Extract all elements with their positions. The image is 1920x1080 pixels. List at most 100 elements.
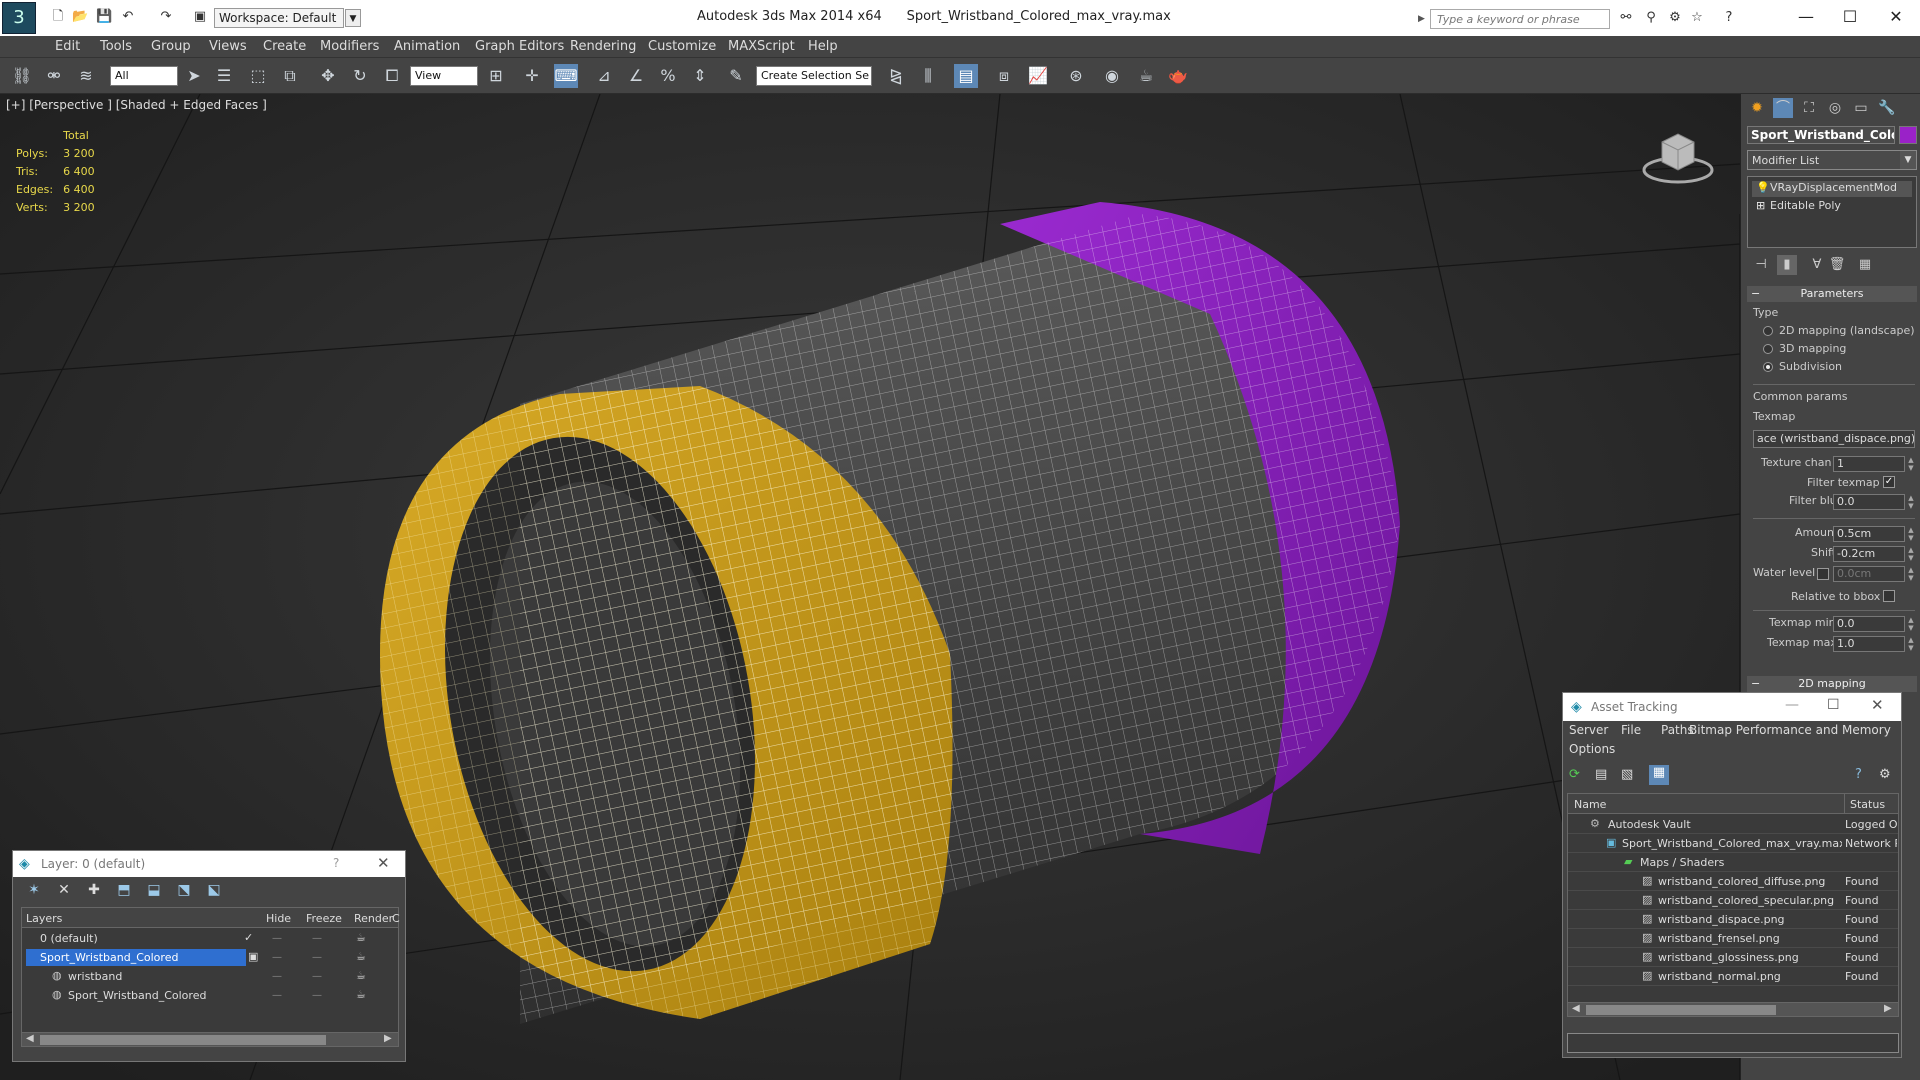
freeze-toggle[interactable]: — bbox=[312, 990, 322, 1001]
menu-maxscript[interactable]: MAXScript bbox=[728, 39, 795, 54]
menu-rendering[interactable]: Rendering bbox=[570, 39, 636, 54]
relative-bbox-checkbox[interactable] bbox=[1883, 590, 1895, 602]
layer-properties-icon[interactable]: ▣ bbox=[248, 950, 258, 963]
highlight-selected-layer-icon[interactable]: ⬓ bbox=[143, 879, 165, 901]
move-icon[interactable]: ✥ bbox=[316, 64, 340, 88]
snaps-toggle-icon[interactable]: ⊿ bbox=[592, 64, 616, 88]
menu-views[interactable]: Views bbox=[209, 39, 247, 54]
bind-spacewarp-icon[interactable]: ≋ bbox=[74, 64, 98, 88]
layer-dialog-titlebar[interactable]: ◈ Layer: 0 (default) ? ✕ bbox=[13, 851, 405, 877]
hide-toggle[interactable]: — bbox=[272, 990, 282, 1001]
scale-icon[interactable]: ⧠ bbox=[380, 64, 404, 88]
select-objects-in-layer-icon[interactable]: ⬒ bbox=[113, 879, 135, 901]
horizontal-scrollbar[interactable]: ◀ ▶ bbox=[22, 1032, 398, 1046]
texmap-button[interactable]: ace (wristband_dispace.png) bbox=[1753, 430, 1915, 448]
asset-row[interactable]: ▣ Sport_Wristband_Colored_max_vray.max N… bbox=[1568, 834, 1898, 853]
menu-animation[interactable]: Animation bbox=[394, 39, 460, 54]
close-button[interactable]: ✕ bbox=[1876, 4, 1916, 30]
chevron-down-icon[interactable]: ▼ bbox=[345, 9, 361, 27]
column-header[interactable]: Hide bbox=[266, 912, 291, 925]
hide-toggle[interactable]: — bbox=[272, 952, 282, 963]
scroll-left-icon[interactable]: ◀ bbox=[1572, 1003, 1580, 1014]
asset-row[interactable]: ▨ wristband_dispace.png Found bbox=[1568, 910, 1898, 929]
scene-explorer-icon[interactable]: ▤ bbox=[954, 64, 978, 88]
help-button[interactable]: ? bbox=[333, 856, 339, 870]
texmap-max-spinner[interactable]: ▲ ▼ bbox=[1907, 636, 1915, 652]
new-file-icon[interactable]: 🗋 bbox=[50, 9, 66, 25]
rectangular-selection-icon[interactable]: ⬚ bbox=[246, 64, 270, 88]
menu-create[interactable]: Create bbox=[263, 39, 306, 54]
search-expand-icon[interactable]: ▶ bbox=[1418, 9, 1428, 29]
asset-row[interactable]: ▰ Maps / Shaders bbox=[1568, 853, 1898, 872]
radio-3d-mapping[interactable] bbox=[1763, 344, 1773, 354]
asset-row[interactable]: ▨ wristband_frensel.png Found bbox=[1568, 929, 1898, 948]
column-header[interactable]: C bbox=[392, 912, 400, 925]
communication-icon[interactable]: ⚙ bbox=[1666, 9, 1684, 27]
spinner-snap-icon[interactable]: ⇕ bbox=[688, 64, 712, 88]
menu-options[interactable]: Options bbox=[1569, 742, 1615, 756]
column-header[interactable]: Name bbox=[1574, 798, 1606, 811]
layer-row[interactable]: ◍ wristband — — ☕ bbox=[22, 967, 398, 986]
water-level-input[interactable]: 0.0cm bbox=[1833, 566, 1905, 582]
asset-row[interactable]: ▨ wristband_normal.png Found bbox=[1568, 967, 1898, 986]
column-header[interactable]: Render bbox=[354, 912, 393, 925]
shift-spinner[interactable]: ▲ ▼ bbox=[1907, 546, 1915, 562]
layer-row[interactable]: ◍ Sport_Wristband_Colored — — ☕ bbox=[22, 986, 398, 1005]
asset-tracking-titlebar[interactable]: ◈ Asset Tracking — ☐ ✕ bbox=[1563, 693, 1901, 721]
add-to-layer-icon[interactable]: ✚ bbox=[83, 879, 105, 901]
texture-chan-input[interactable]: 1 bbox=[1833, 456, 1905, 472]
thumbnail-view-icon[interactable]: ▧ bbox=[1621, 767, 1639, 785]
render-teapot-icon[interactable]: ☕ bbox=[356, 988, 366, 1001]
water-level-checkbox[interactable] bbox=[1817, 568, 1829, 580]
viewcube-icon[interactable] bbox=[1640, 124, 1716, 186]
menu-edit[interactable]: Edit bbox=[55, 39, 80, 54]
align-icon[interactable]: ⫼ bbox=[916, 64, 940, 88]
menu-graph-editors[interactable]: Graph Editors bbox=[475, 39, 564, 54]
texmap-min-input[interactable]: 0.0 bbox=[1833, 616, 1905, 632]
layer-row[interactable]: 0 (default) ✓ — — ☕ bbox=[22, 929, 398, 948]
maximize-button[interactable]: ☐ bbox=[1830, 4, 1870, 30]
menu-modifiers[interactable]: Modifiers bbox=[320, 39, 379, 54]
object-name-field[interactable]: Sport_Wristband_Colored bbox=[1747, 126, 1895, 144]
expand-plus-icon[interactable]: ⊞ bbox=[1756, 199, 1765, 212]
render-production-icon[interactable]: 🫖 bbox=[1166, 64, 1190, 88]
hide-all-layers-icon[interactable]: ⬔ bbox=[173, 879, 195, 901]
amount-input[interactable]: 0.5cm bbox=[1833, 526, 1905, 542]
delete-layer-icon[interactable]: ✕ bbox=[53, 879, 75, 901]
selection-filter-dropdown[interactable]: All bbox=[110, 66, 178, 86]
filter-blur-spinner[interactable]: ▲ ▼ bbox=[1907, 494, 1915, 510]
render-teapot-icon[interactable]: ☕ bbox=[356, 950, 366, 963]
show-end-result-icon[interactable]: ▮ bbox=[1777, 255, 1797, 275]
render-teapot-icon[interactable]: ☕ bbox=[356, 931, 366, 944]
hierarchy-tab-icon[interactable]: ⛶ bbox=[1799, 98, 1819, 118]
rotate-icon[interactable]: ↻ bbox=[348, 64, 372, 88]
freeze-toggle[interactable]: — bbox=[312, 971, 322, 982]
close-button[interactable]: ✕ bbox=[1871, 696, 1884, 714]
menu-bitmap-performance[interactable]: Bitmap Performance and Memory bbox=[1689, 723, 1891, 737]
open-file-icon[interactable]: 📂 bbox=[72, 9, 88, 25]
remove-modifier-icon[interactable]: 🗑 bbox=[1827, 255, 1847, 275]
list-view-icon[interactable]: ▤ bbox=[1595, 767, 1613, 785]
modify-tab-icon[interactable]: ⌒ bbox=[1773, 98, 1793, 118]
reference-coordinate-dropdown[interactable]: View bbox=[410, 66, 478, 86]
texmap-max-input[interactable]: 1.0 bbox=[1833, 636, 1905, 652]
maximize-button[interactable]: ☐ bbox=[1827, 697, 1840, 713]
radio-2d-mapping-landscape[interactable] bbox=[1763, 326, 1773, 336]
layer-manager-icon[interactable]: ⧈ bbox=[992, 64, 1016, 88]
schematic-view-icon[interactable]: ⊛ bbox=[1064, 64, 1088, 88]
create-tab-icon[interactable]: ✹ bbox=[1747, 98, 1767, 118]
help-icon[interactable]: ? bbox=[1855, 767, 1873, 785]
pivot-point-icon[interactable]: ⊞ bbox=[484, 64, 508, 88]
refresh-icon[interactable]: ⟳ bbox=[1569, 767, 1587, 785]
radio-subdivision[interactable] bbox=[1763, 362, 1773, 372]
motion-tab-icon[interactable]: ◎ bbox=[1825, 98, 1845, 118]
subscription-icon[interactable]: ⚲ bbox=[1642, 9, 1660, 27]
freeze-toggle[interactable]: — bbox=[312, 933, 322, 944]
make-unique-icon[interactable]: ∀ bbox=[1807, 255, 1827, 275]
amount-spinner[interactable]: ▲ ▼ bbox=[1907, 526, 1915, 542]
select-by-name-icon[interactable]: ☰ bbox=[212, 64, 236, 88]
favorites-star-icon[interactable]: ☆ bbox=[1688, 9, 1706, 27]
modifier-list-dropdown[interactable]: Modifier List ▼ bbox=[1747, 150, 1917, 170]
scroll-right-icon[interactable]: ▶ bbox=[1884, 1003, 1892, 1014]
render-teapot-icon[interactable]: ☕ bbox=[356, 969, 366, 982]
